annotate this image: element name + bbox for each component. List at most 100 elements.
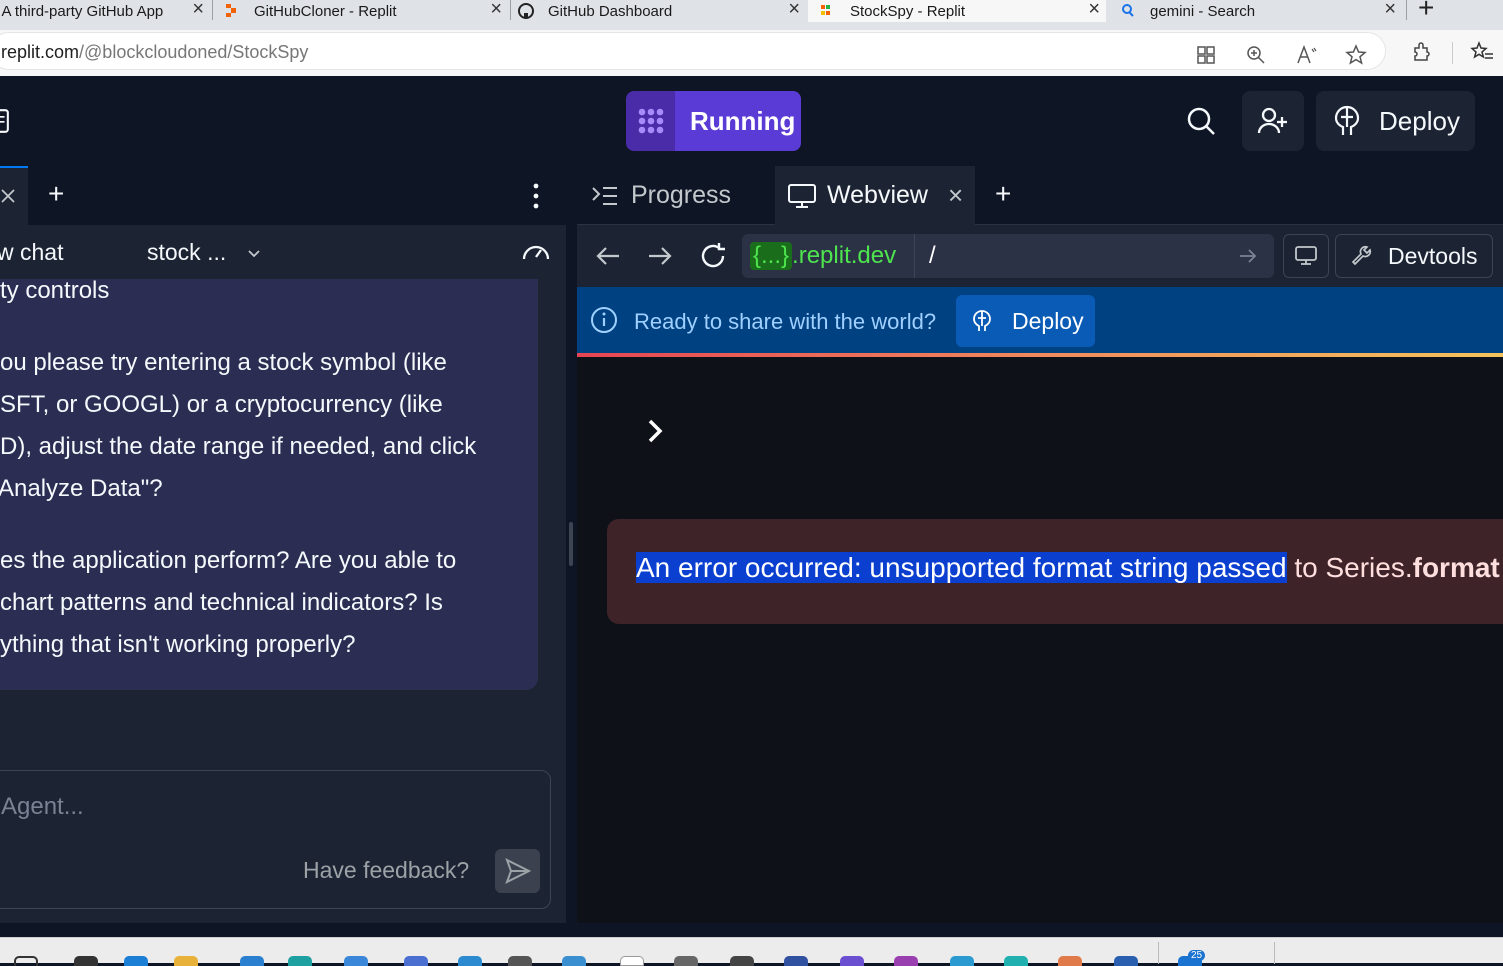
- message-line: es the application perform? Are you able…: [0, 547, 457, 574]
- close-icon[interactable]: ×: [1384, 0, 1396, 21]
- wrench-icon: [1351, 245, 1372, 266]
- search-icon[interactable]: [1186, 106, 1216, 136]
- close-icon[interactable]: [0, 188, 16, 204]
- file-explorer-icon[interactable]: [174, 956, 198, 966]
- chat-selector[interactable]: stock ...: [147, 239, 262, 266]
- chevron-right-icon[interactable]: [645, 417, 665, 445]
- run-label: Running: [675, 91, 801, 151]
- app-icon[interactable]: [1004, 956, 1028, 966]
- sidebar-toggle-icon[interactable]: [0, 106, 12, 136]
- app-icon[interactable]: [730, 956, 754, 966]
- url-host: {...} .replit.dev: [750, 240, 896, 272]
- reload-icon[interactable]: [698, 241, 728, 271]
- tab-title: StockSpy - Replit: [850, 2, 966, 20]
- banner-deploy-label: Deploy: [1012, 307, 1084, 334]
- app-icon[interactable]: [1114, 956, 1138, 966]
- agent-message: ty controls ou please try entering a sto…: [0, 277, 538, 690]
- new-tab-button[interactable]: +: [48, 178, 64, 210]
- url-path[interactable]: /: [914, 234, 1234, 278]
- task-view-icon[interactable]: [74, 956, 98, 966]
- devtools-button[interactable]: Devtools: [1335, 234, 1493, 278]
- app-icon[interactable]: [894, 956, 918, 966]
- app-icon[interactable]: [562, 956, 586, 966]
- message-line: ou please try entering a stock symbol (l…: [0, 349, 447, 376]
- webview-toolbar: {...} .replit.dev / Devtools: [577, 225, 1503, 287]
- monitor-icon: [788, 183, 816, 208]
- tab-label: Progress: [631, 181, 732, 209]
- back-arrow-icon[interactable]: [593, 241, 623, 271]
- app-icon[interactable]: [508, 956, 532, 966]
- extensions-icon[interactable]: [1410, 40, 1434, 64]
- agent-tab[interactable]: [0, 166, 28, 225]
- webview-url-field[interactable]: {...} .replit.dev /: [742, 234, 1274, 278]
- chat-title: stock ...: [147, 239, 227, 265]
- browser-tab-githubcloner[interactable]: GitHubCloner - Replit ×: [218, 0, 508, 22]
- app-icon[interactable]: [1058, 956, 1082, 966]
- app-icon[interactable]: [620, 956, 644, 966]
- chevron-down-icon: [248, 249, 260, 257]
- devtools-label: Devtools: [1388, 242, 1478, 269]
- error-alert: An error occurred: unsupported format st…: [607, 519, 1503, 624]
- close-icon[interactable]: ×: [1088, 0, 1100, 21]
- app-icon-active[interactable]: [288, 956, 312, 966]
- close-icon[interactable]: ×: [948, 180, 963, 211]
- agent-input-placeholder: Agent...: [1, 793, 84, 820]
- edge-icon[interactable]: [124, 956, 148, 966]
- close-icon[interactable]: ×: [788, 0, 800, 21]
- app-icon[interactable]: [240, 956, 264, 966]
- banner-deploy-button[interactable]: Deploy: [956, 295, 1095, 347]
- deploy-button[interactable]: Deploy: [1316, 91, 1475, 151]
- tab-title: gemini - Search: [1150, 2, 1256, 20]
- speedometer-icon[interactable]: [521, 237, 551, 267]
- search-icon: [1122, 4, 1134, 17]
- browser-tab-stockspy[interactable]: StockSpy - Replit ×: [808, 0, 1106, 22]
- favorites-icon[interactable]: [1470, 40, 1494, 64]
- run-button[interactable]: Running: [626, 91, 801, 151]
- favorite-star-icon[interactable]: [1344, 43, 1368, 67]
- tab-progress[interactable]: Progress: [577, 166, 773, 225]
- app-icon[interactable]: [404, 956, 428, 966]
- read-aloud-icon[interactable]: [1294, 43, 1318, 67]
- tab-webview[interactable]: Webview ×: [775, 166, 975, 225]
- app-icon[interactable]: [458, 956, 482, 966]
- deploy-banner: Ready to share with the world? Deploy: [577, 287, 1503, 353]
- app-icon[interactable]: [674, 956, 698, 966]
- send-icon: [504, 857, 531, 885]
- browser-tab-gemini-search[interactable]: gemini - Search ×: [1110, 0, 1402, 22]
- deploy-icon: [973, 310, 991, 331]
- new-chat-button[interactable]: w chat: [0, 239, 63, 266]
- app-available-icon[interactable]: [1194, 43, 1218, 67]
- message-line: chart patterns and technical indicators?…: [0, 589, 443, 616]
- new-tab-button[interactable]: +: [995, 178, 1011, 210]
- url-bar[interactable]: replit.com/@blockcloudoned/StockSpy: [0, 32, 1386, 70]
- invite-button[interactable]: [1242, 91, 1304, 151]
- screen-size-button[interactable]: [1283, 234, 1329, 278]
- message-line: ything that isn't working properly?: [0, 631, 356, 658]
- search-icon[interactable]: [14, 956, 38, 966]
- zoom-icon[interactable]: [1244, 43, 1268, 67]
- more-options-icon[interactable]: [532, 182, 540, 210]
- new-tab-button[interactable]: +: [1418, 0, 1434, 24]
- browser-tab-github-app[interactable]: ] A third-party GitHub App ×: [0, 0, 210, 22]
- tab-title: ] A third-party GitHub App: [0, 2, 164, 20]
- feedback-link[interactable]: Have feedback?: [303, 857, 469, 884]
- forward-arrow-icon[interactable]: [645, 241, 675, 271]
- close-icon[interactable]: ×: [192, 0, 204, 21]
- app-icon[interactable]: [840, 956, 864, 966]
- error-selected-text: An error occurred: unsupported format st…: [636, 552, 1287, 583]
- go-arrow-icon[interactable]: [1238, 246, 1258, 266]
- send-button[interactable]: [495, 849, 540, 893]
- replit-icon: [821, 5, 830, 15]
- close-icon[interactable]: ×: [490, 0, 502, 21]
- add-user-icon: [1257, 107, 1287, 134]
- app-icon[interactable]: [784, 956, 808, 966]
- browser-tab-github-dashboard[interactable]: GitHub Dashboard ×: [514, 0, 806, 22]
- message-line: SFT, or GOOGL) or a cryptocurrency (like: [0, 391, 443, 418]
- error-message[interactable]: An error occurred: unsupported format st…: [636, 552, 1500, 584]
- app-icon[interactable]: [344, 956, 368, 966]
- tab-title: GitHubCloner - Replit: [254, 2, 397, 20]
- agent-input[interactable]: Agent... Have feedback?: [0, 770, 551, 909]
- app-icon[interactable]: [950, 956, 974, 966]
- panel-resize-handle[interactable]: [569, 522, 573, 566]
- agent-tab-bar: +: [0, 166, 566, 225]
